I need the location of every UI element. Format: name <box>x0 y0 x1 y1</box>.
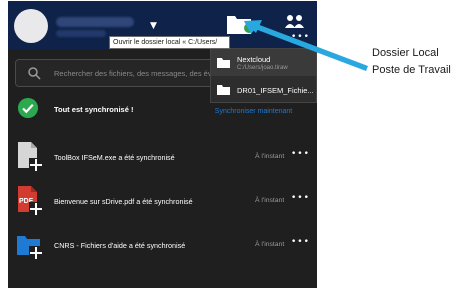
activity-text: Bienvenue sur sDrive.pdf a été synchroni… <box>54 197 193 206</box>
open-folder-tooltip: Ouvrir le dossier local « C:/Users/ <box>109 36 230 49</box>
folder-add-icon <box>17 236 43 260</box>
callout-line-2: Poste de Travail <box>372 64 451 76</box>
account-name-blurred[interactable] <box>56 17 134 27</box>
activity-time: À l'instant <box>255 197 285 204</box>
activity-text: ToolBox IFSeM.exe a été synchronisé <box>54 153 175 162</box>
account-server-blurred <box>56 30 106 37</box>
file-add-icon <box>18 142 43 172</box>
sync-now-button[interactable]: Synchroniser maintenant <box>201 104 306 120</box>
activity-item[interactable]: CNRS - Fichiers d'aide a été synchronisé… <box>8 226 317 266</box>
sync-ok-dot <box>244 23 254 33</box>
activity-item[interactable]: ToolBox IFSeM.exe a été synchronisé À l'… <box>8 138 317 178</box>
folder-icon <box>217 58 230 68</box>
callout-line-1: Dossier Local <box>372 47 439 59</box>
folder-icon <box>217 85 230 95</box>
people-icon[interactable] <box>284 13 306 31</box>
menu-item-path: C:/Users/joao.tiraw <box>237 65 288 71</box>
menu-item-nextcloud[interactable]: Nextcloud C:/Users/joao.tiraw <box>211 49 316 76</box>
sync-status-text: Tout est synchronisé ! <box>54 105 134 114</box>
activity-text: CNRS - Fichiers d'aide a été synchronisé <box>54 241 186 250</box>
more-dots-icon[interactable]: ••• <box>291 193 310 203</box>
more-dots-icon[interactable]: ••• <box>291 149 310 159</box>
more-dots-icon[interactable]: ••• <box>291 32 310 42</box>
pdf-add-icon: PDF <box>18 186 43 216</box>
activity-time: À l'instant <box>255 153 285 160</box>
activity-item[interactable]: PDF Bienvenue sur sDrive.pdf a été synch… <box>8 182 317 222</box>
chevron-down-icon[interactable]: ▼ <box>150 21 157 31</box>
search-icon <box>28 67 41 80</box>
menu-item-title: Nextcloud <box>237 55 271 64</box>
avatar[interactable] <box>14 9 48 43</box>
activity-time: À l'instant <box>255 241 285 248</box>
more-dots-icon[interactable]: ••• <box>291 237 310 247</box>
callout-label: Dossier Local Poste de Travail <box>372 45 451 79</box>
menu-item-dr01[interactable]: DR01_IFSEM_Fichie... <box>211 76 316 103</box>
menu-item-title: DR01_IFSEM_Fichie... <box>237 86 314 95</box>
local-folder-menu: Nextcloud C:/Users/joao.tiraw DR01_IFSEM… <box>210 48 317 103</box>
check-circle-icon <box>18 98 38 118</box>
